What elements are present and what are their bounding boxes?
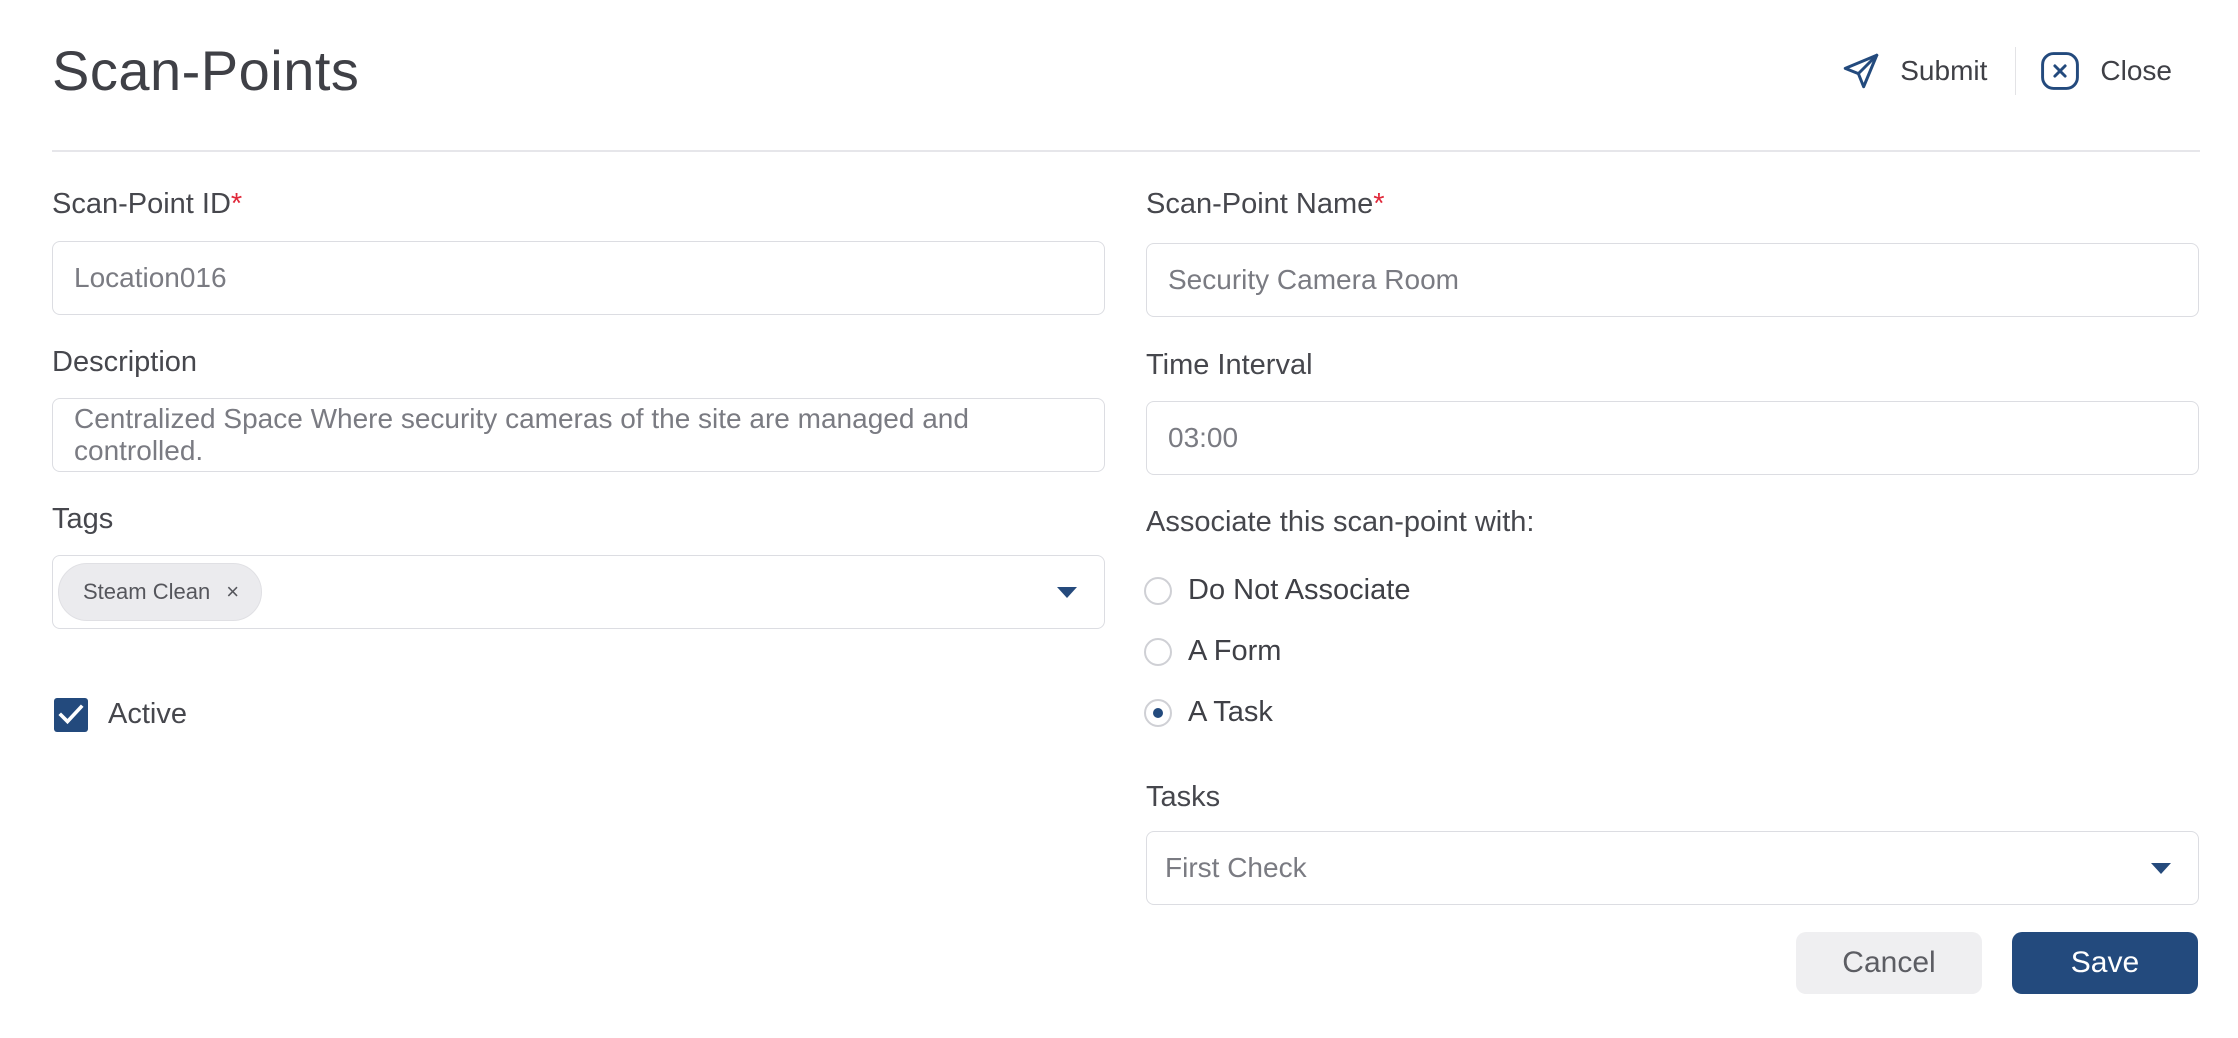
close-button[interactable]: Close — [2038, 49, 2172, 93]
checkmark-icon — [58, 704, 84, 725]
tag-chip: Steam Clean × — [58, 563, 263, 621]
chevron-down-icon — [1057, 587, 1077, 598]
associate-label: Associate this scan-point with: — [1146, 506, 1535, 538]
scan-point-name-input[interactable]: Security Camera Room — [1146, 243, 2199, 317]
radio-a-task[interactable]: A Task — [1144, 696, 1273, 729]
required-mark: * — [230, 188, 243, 220]
scan-point-id-label-text: Scan-Point ID — [52, 188, 231, 220]
scan-point-name-value: Security Camera Room — [1168, 264, 1459, 295]
tag-chip-label: Steam Clean — [83, 579, 211, 604]
header-separator — [2015, 47, 2017, 95]
radio-label: Do Not Associate — [1188, 574, 1411, 606]
radio-label: A Task — [1188, 696, 1273, 728]
required-mark: * — [1373, 188, 1385, 220]
tasks-select[interactable]: First Check — [1146, 831, 2199, 905]
radio-button[interactable] — [1144, 637, 1172, 666]
tags-label: Tags — [52, 503, 114, 535]
radio-label: A Form — [1188, 635, 1282, 667]
cancel-button[interactable]: Cancel — [1796, 932, 1982, 994]
send-icon — [1844, 53, 1879, 89]
remove-tag-icon[interactable]: × — [226, 579, 239, 605]
submit-button[interactable]: Submit — [1840, 50, 1987, 92]
scan-point-id-value: Location016 — [74, 262, 227, 293]
description-value: Centralized Space Where security cameras… — [74, 403, 969, 466]
time-interval-value: 03:00 — [1168, 422, 1239, 453]
radio-button-selected[interactable] — [1144, 698, 1172, 727]
scan-point-name-label-text: Scan-Point Name — [1146, 188, 1374, 220]
save-button[interactable]: Save — [2012, 932, 2198, 994]
page-title: Scan-Points — [52, 39, 360, 102]
time-interval-input[interactable]: 03:00 — [1146, 401, 2199, 475]
scan-point-name-label: Scan-Point Name* — [1146, 188, 1385, 221]
close-icon — [2041, 52, 2080, 90]
radio-a-form[interactable]: A Form — [1144, 635, 1281, 668]
scan-point-id-input[interactable]: Location016 — [52, 241, 1105, 315]
active-checkbox[interactable] — [54, 698, 88, 732]
active-label: Active — [108, 698, 187, 730]
radio-do-not-associate[interactable]: Do Not Associate — [1144, 574, 1410, 607]
close-label: Close — [2100, 55, 2172, 86]
chevron-down-icon — [2151, 863, 2171, 874]
scan-point-id-label: Scan-Point ID* — [52, 188, 242, 221]
radio-button[interactable] — [1144, 576, 1172, 605]
header-divider — [52, 150, 2200, 152]
tags-select[interactable]: Steam Clean × — [52, 555, 1105, 629]
description-label: Description — [52, 346, 198, 378]
tasks-label: Tasks — [1146, 781, 1221, 813]
tasks-value: First Check — [1165, 852, 1307, 883]
submit-label: Submit — [1900, 55, 1988, 86]
description-input[interactable]: Centralized Space Where security cameras… — [52, 398, 1105, 472]
time-interval-label: Time Interval — [1146, 349, 1313, 381]
header-actions: Submit Close — [1840, 44, 2172, 98]
